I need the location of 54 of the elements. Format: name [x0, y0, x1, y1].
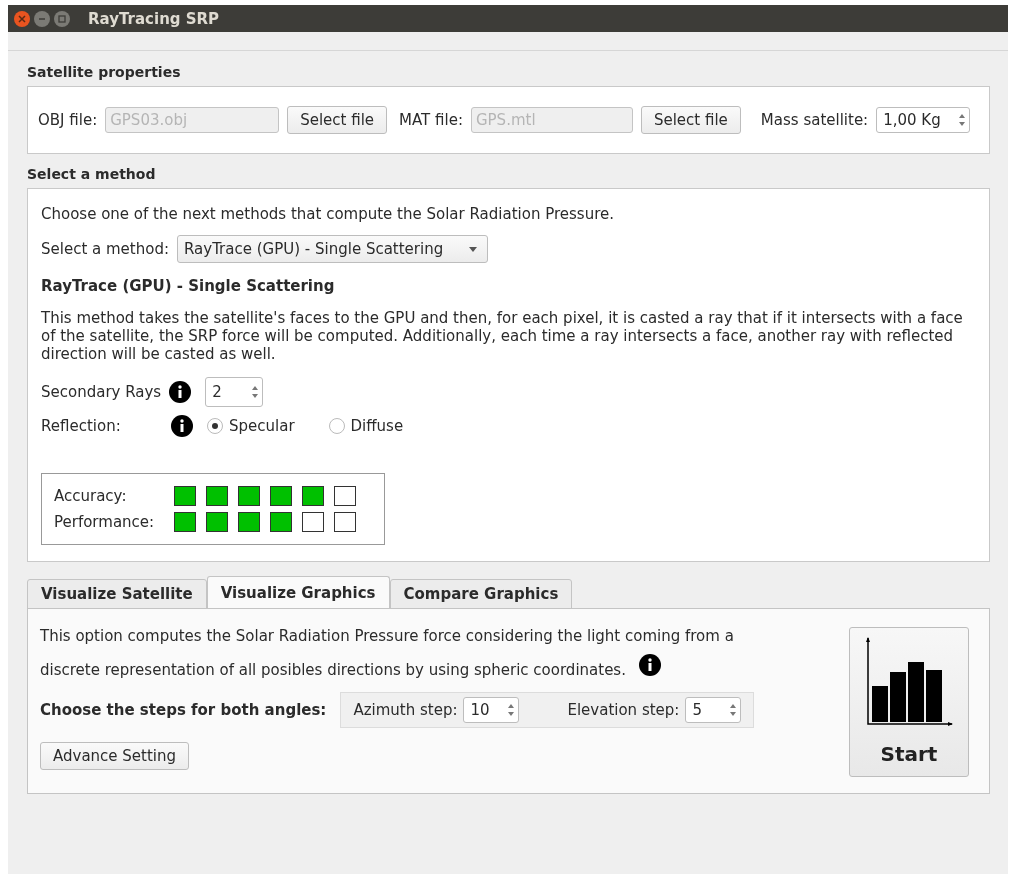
window-title: RayTracing SRP	[88, 9, 220, 28]
method-heading: RayTrace (GPU) - Single Scattering	[41, 277, 336, 295]
secondary-rays-spinbox[interactable]: 2	[205, 377, 264, 407]
rating-square	[334, 486, 356, 506]
radio-button[interactable]	[207, 418, 223, 434]
select-method-label: Select a method:	[41, 240, 169, 258]
intro-text: Choose one of the next methods that compute the Solar Radiation Pressure.	[41, 205, 614, 223]
group-title: Select a method	[27, 166, 157, 182]
rating-square	[270, 486, 292, 506]
rating-square	[206, 512, 228, 532]
info-icon[interactable]	[171, 415, 193, 437]
group-title: Satellite properties	[27, 64, 182, 80]
azimuth-label: Azimuth step:	[353, 700, 458, 719]
rating-square	[270, 512, 292, 532]
mass-satellite-label: Mass satellite:	[760, 111, 869, 129]
option-description: This option computes the Solar Radiation Pressure force considering the light coming from a discrete representation of all posibles directions by using spheric coordinates.	[40, 626, 735, 681]
bar-chart-icon	[864, 636, 954, 728]
rating-square	[206, 486, 228, 506]
rating-square	[238, 486, 260, 506]
azimuth-spinbox[interactable]: 10	[463, 696, 520, 723]
method-dropdown[interactable]: RayTrace (GPU) - Single Scattering	[177, 235, 489, 263]
radio-button[interactable]	[328, 418, 345, 434]
rating-square	[334, 512, 356, 532]
tab[interactable]: Compare Graphics	[389, 579, 573, 609]
radio-label: Diffuse	[350, 417, 404, 435]
tab[interactable]: Visualize Graphics	[206, 576, 390, 609]
minimize-button[interactable]	[34, 10, 50, 27]
rating-square	[174, 512, 196, 532]
method-description: This method takes the satellite's faces to the GPU and then, for each pixel, it is casted a ray that if it intersects with a face of the satellite, the SRP force will be computed. Additionally, each time a ray intersects a face, another ray with reflected direction will be casted as well.	[41, 309, 964, 363]
maximize-button[interactable]	[54, 10, 70, 27]
radio-label: Specular	[229, 417, 295, 435]
rating-label: Performance:	[54, 513, 156, 531]
tab[interactable]: Visualize Satellite	[27, 579, 207, 609]
start-button[interactable]: Start	[849, 627, 969, 777]
elevation-label: Elevation step:	[567, 700, 680, 719]
rating-square	[302, 486, 324, 506]
mass-spinbox[interactable]: 1,00 Kg	[876, 107, 971, 133]
select-file-button[interactable]: Select file	[287, 106, 388, 134]
rating-square	[238, 512, 260, 532]
mat-file-label: MAT file:	[399, 111, 463, 129]
reflection-label: Reflection:	[41, 417, 122, 435]
obj-file-label: OBJ file:	[38, 111, 98, 129]
steps-label: Choose the steps for both angles:	[40, 700, 327, 719]
caret-icon	[469, 246, 478, 252]
info-icon[interactable]	[638, 653, 661, 676]
rating-label: Accuracy:	[54, 487, 128, 505]
elevation-spinbox[interactable]: 5	[685, 696, 742, 723]
rating-square	[302, 512, 324, 532]
select-file-button[interactable]: Select file	[640, 106, 741, 134]
info-icon[interactable]	[169, 381, 192, 403]
rating-square	[174, 486, 196, 506]
close-button[interactable]	[14, 10, 30, 27]
secondary-rays-label: Secondary Rays	[41, 383, 162, 401]
advance-setting-button[interactable]: Advance Setting	[40, 741, 190, 770]
